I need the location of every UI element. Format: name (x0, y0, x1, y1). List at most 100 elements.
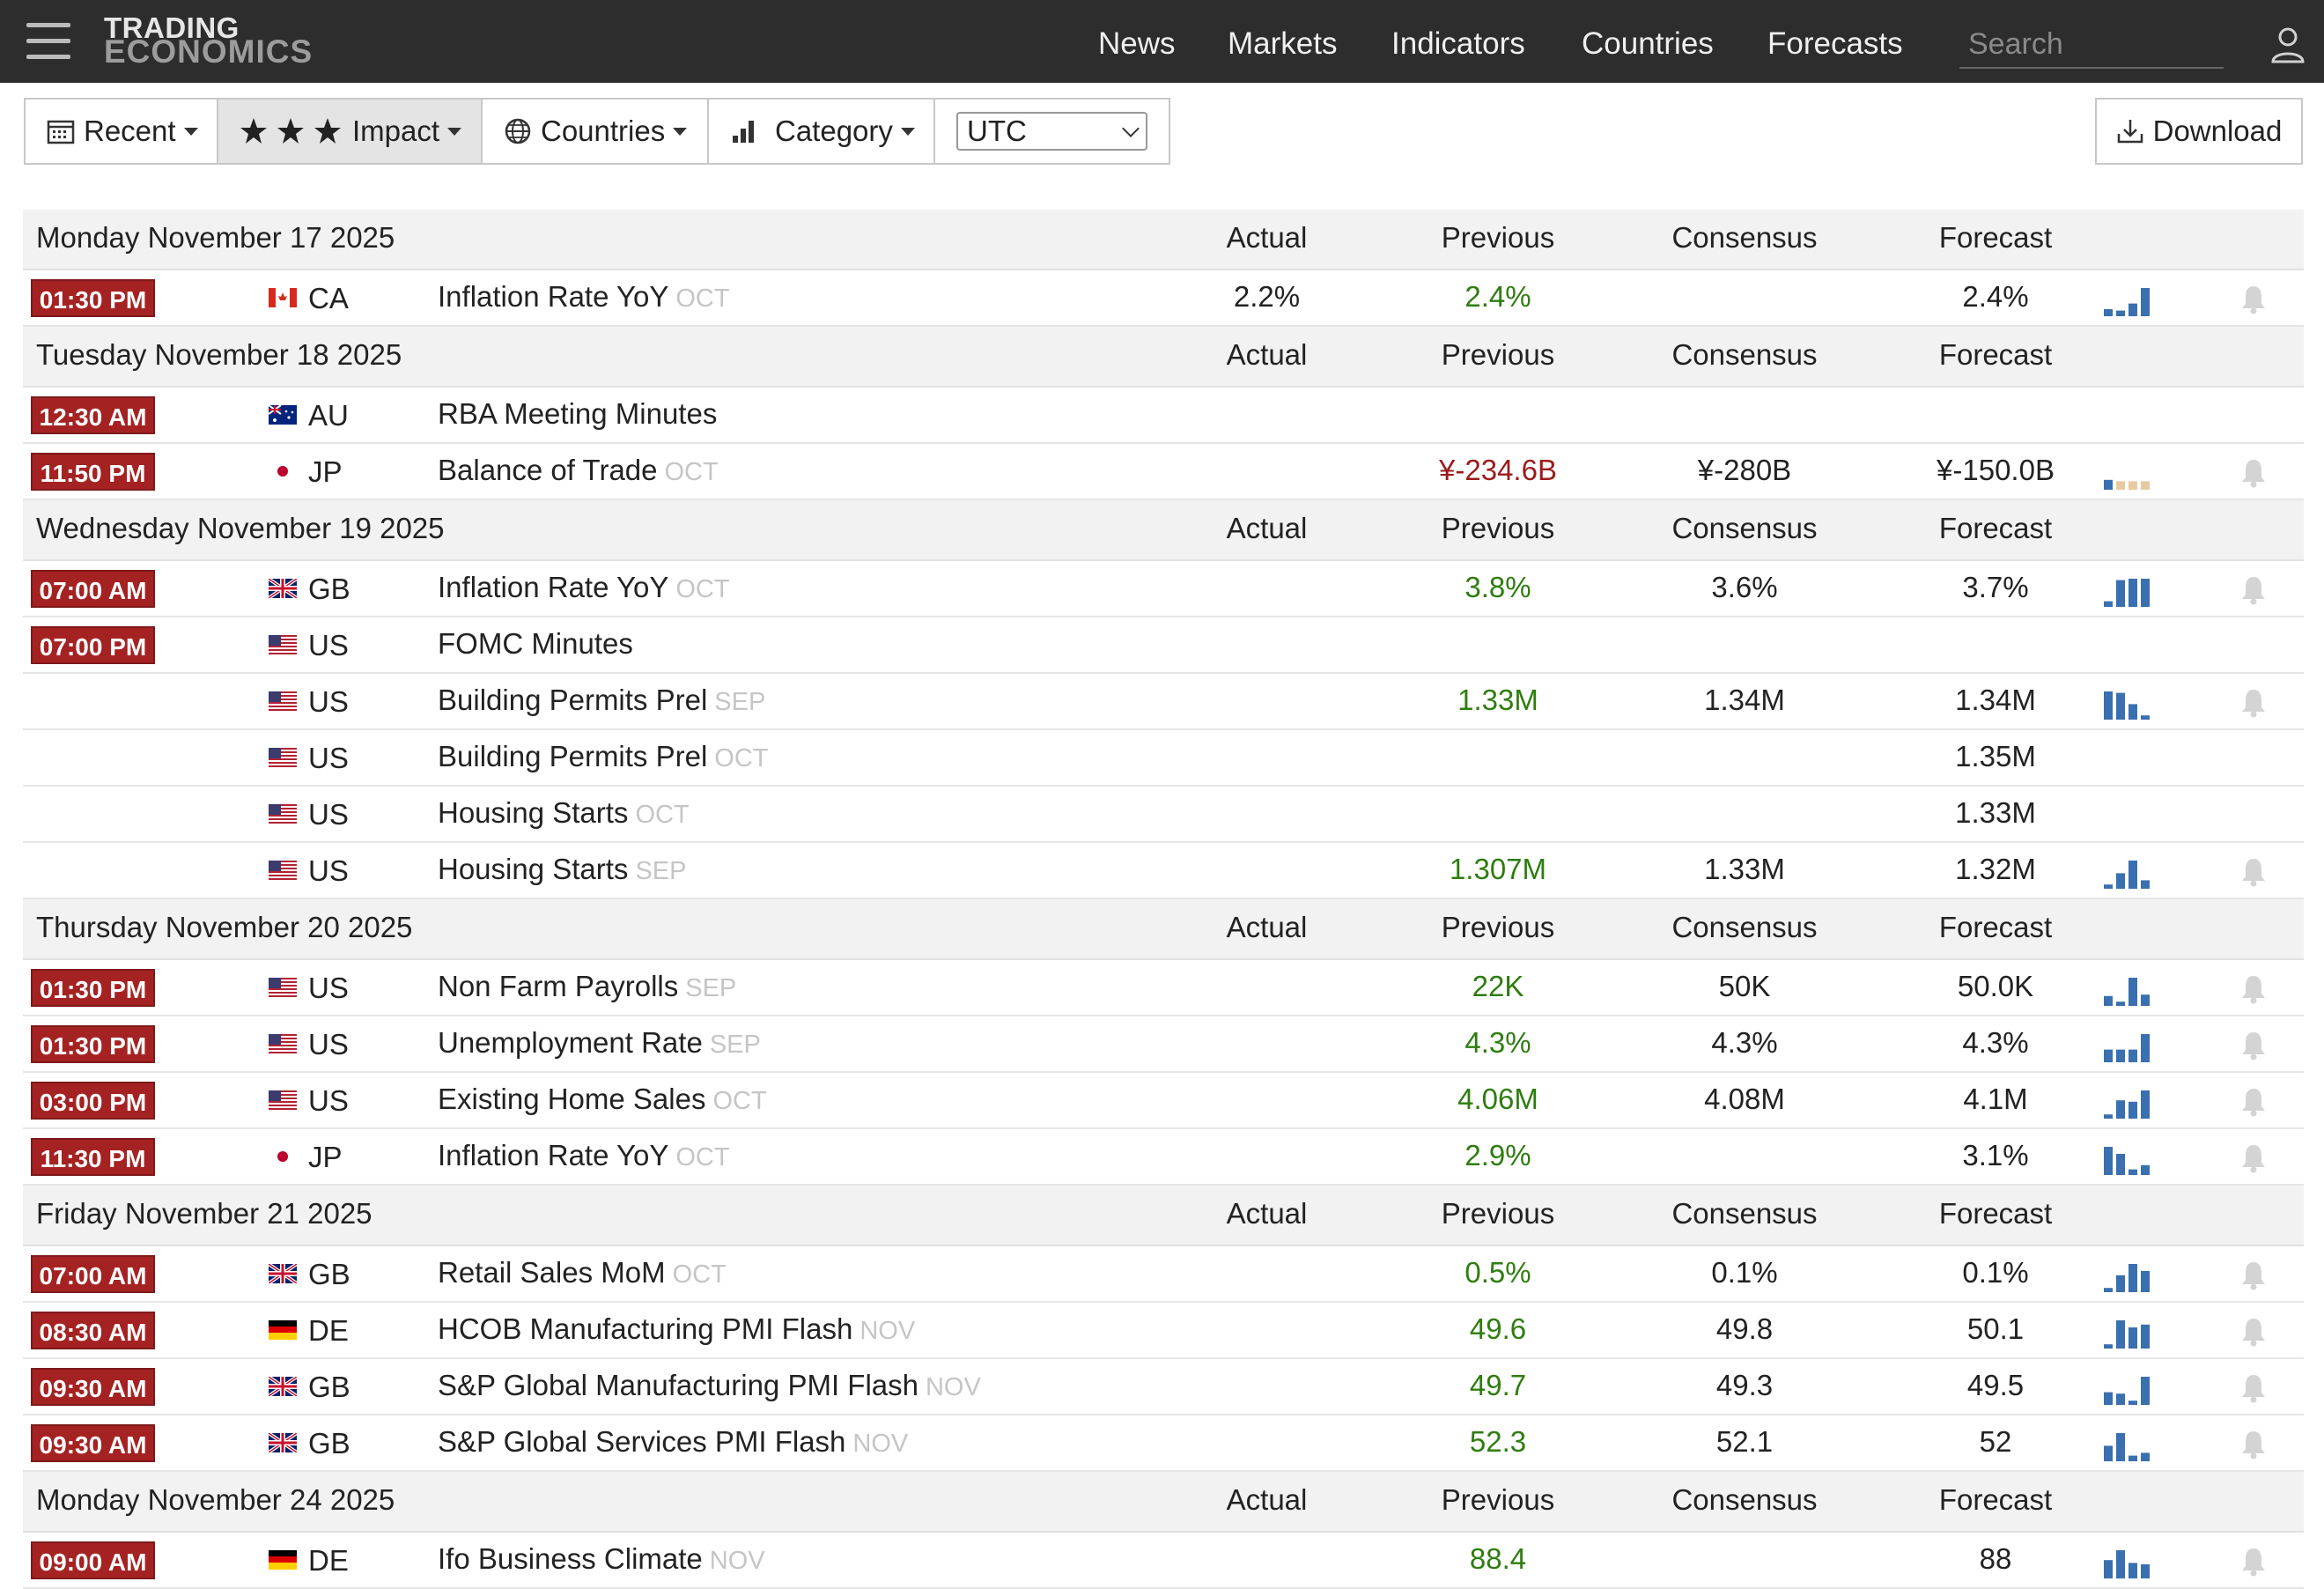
country-code[interactable]: GB (308, 1427, 350, 1460)
country-code[interactable]: CA (308, 282, 349, 315)
caret-down-icon (447, 127, 462, 136)
event-name-link[interactable]: Unemployment Rate SEP (438, 1026, 761, 1060)
country-code[interactable]: GB (308, 1258, 350, 1291)
bell-alert-icon[interactable] (2240, 1430, 2267, 1460)
sparkline-chart-icon[interactable] (2104, 579, 2153, 607)
sparkline-chart-icon[interactable] (2104, 978, 2153, 1006)
event-name-link[interactable]: Housing Starts OCT (438, 796, 690, 830)
bell-alert-icon[interactable] (2240, 1143, 2267, 1173)
download-button[interactable]: Download (2095, 98, 2303, 165)
table-row[interactable]: US Building Permits Prel OCT 1.35M (23, 730, 2304, 787)
sparkline-chart-icon[interactable] (2104, 1377, 2153, 1405)
bell-alert-icon[interactable] (2240, 1373, 2267, 1403)
country-code[interactable]: US (308, 629, 349, 662)
event-name-link[interactable]: Retail Sales MoM OCT (438, 1256, 727, 1290)
sparkline-chart-icon[interactable] (2104, 1550, 2153, 1578)
table-row[interactable]: 08:30 AM DE HCOB Manufacturing PMI Flash NO… (23, 1303, 2304, 1359)
bell-alert-icon[interactable] (2240, 575, 2267, 605)
table-row[interactable]: 11:50 PM JP Balance of Trade OCT ¥-234.6B ¥-2… (23, 444, 2304, 500)
event-name-link[interactable]: Building Permits Prel OCT (438, 740, 769, 773)
bell-alert-icon[interactable] (2240, 857, 2267, 887)
country-code[interactable]: GB (308, 1371, 350, 1404)
sparkline-chart-icon[interactable] (2104, 1090, 2153, 1119)
bell-alert-icon[interactable] (2240, 1087, 2267, 1117)
table-row[interactable]: US Building Permits Prel SEP 1.33M 1.34M 1.34… (23, 674, 2304, 730)
bell-alert-icon[interactable] (2240, 688, 2267, 718)
bell-alert-icon[interactable] (2240, 285, 2267, 314)
country-code[interactable]: US (308, 685, 349, 719)
country-code[interactable]: US (308, 1084, 349, 1118)
recent-dropdown[interactable]: Recent (26, 100, 218, 163)
timezone-select[interactable]: UTC (956, 112, 1147, 151)
table-row[interactable]: 11:30 PM JP Inflation Rate YoY OCT 2.9% 3.1% (23, 1129, 2304, 1186)
countries-dropdown[interactable]: Countries (483, 100, 709, 163)
country-code[interactable]: AU (308, 399, 349, 432)
user-icon[interactable] (2270, 26, 2306, 63)
country-code[interactable]: US (308, 742, 349, 775)
table-row[interactable]: US Housing Starts OCT 1.33M (23, 787, 2304, 843)
sparkline-bar (2104, 1344, 2113, 1349)
country-code[interactable]: DE (308, 1314, 349, 1348)
table-row[interactable]: 03:00 PM US Existing Home Sales OCT 4.06M 4.0… (23, 1073, 2304, 1129)
event-name-link[interactable]: Existing Home Sales OCT (438, 1083, 767, 1116)
bell-alert-icon[interactable] (2240, 1317, 2267, 1347)
event-name-link[interactable]: S&P Global Services PMI Flash NOV (438, 1425, 908, 1459)
event-name-link[interactable]: Inflation Rate YoY OCT (438, 280, 730, 314)
country-code[interactable]: US (308, 854, 349, 888)
event-name-link[interactable]: FOMC Minutes (438, 627, 633, 661)
sparkline-bar (2104, 1560, 2113, 1578)
country-code[interactable]: JP (308, 1141, 343, 1174)
event-name-link[interactable]: Inflation Rate YoY OCT (438, 571, 730, 604)
event-name-link[interactable]: Ifo Business Climate NOV (438, 1542, 765, 1576)
nav-markets[interactable]: Markets (1228, 26, 1337, 62)
event-name-link[interactable]: S&P Global Manufacturing PMI Flash NOV (438, 1369, 981, 1402)
sparkline-chart-icon[interactable] (2104, 1034, 2153, 1062)
event-name-link[interactable]: Balance of Trade OCT (438, 454, 719, 487)
nav-news[interactable]: News (1098, 26, 1176, 62)
sparkline-chart-icon[interactable] (2104, 1320, 2153, 1349)
column-header-forecast: Forecast (1938, 911, 2053, 943)
country-code[interactable]: US (308, 1028, 349, 1061)
event-name-link[interactable]: Housing Starts SEP (438, 853, 686, 886)
bell-alert-icon[interactable] (2240, 1031, 2267, 1061)
table-row[interactable]: 01:30 PM US Non Farm Payrolls SEP 22K 50K 50.0… (23, 960, 2304, 1016)
table-row[interactable]: 01:30 PM US Unemployment Rate SEP 4.3% 4.3% 4.… (23, 1016, 2304, 1073)
hamburger-menu-icon[interactable] (26, 23, 70, 60)
country-code[interactable]: US (308, 972, 349, 1005)
site-logo[interactable]: TRADING ECONOMICS (104, 13, 313, 68)
sparkline-chart-icon[interactable] (2104, 861, 2153, 889)
search-input[interactable]: Search (1959, 23, 2224, 69)
bell-alert-icon[interactable] (2240, 1260, 2267, 1290)
nav-forecasts[interactable]: Forecasts (1767, 26, 1903, 62)
sparkline-chart-icon[interactable] (2104, 1433, 2153, 1461)
impact-dropdown[interactable]: Impact (218, 100, 483, 163)
event-name-link[interactable]: RBA Meeting Minutes (438, 397, 717, 431)
table-row[interactable]: 12:30 AM AU RBA Meeting Minutes (23, 388, 2304, 444)
table-row[interactable]: 07:00 AM GB Inflation Rate YoY OCT 3.8% 3.6% 3… (23, 561, 2304, 617)
category-dropdown[interactable]: Category (709, 100, 935, 163)
sparkline-chart-icon[interactable] (2104, 1264, 2153, 1292)
country-code[interactable]: JP (308, 455, 343, 489)
event-name-link[interactable]: HCOB Manufacturing PMI Flash NOV (438, 1312, 915, 1346)
table-row[interactable]: 09:00 AM DE Ifo Business Climate NOV 88.4 88 (23, 1533, 2304, 1589)
table-row[interactable]: 01:30 PM CA Inflation Rate YoY OCT 2.2% 2.4% 2… (23, 270, 2304, 327)
table-row[interactable]: 09:30 AM GB S&P Global Services PMI Flash N… (23, 1415, 2304, 1472)
nav-indicators[interactable]: Indicators (1391, 26, 1525, 62)
event-name-link[interactable]: Inflation Rate YoY OCT (438, 1139, 730, 1172)
bell-alert-icon[interactable] (2240, 458, 2267, 488)
table-row[interactable]: 07:00 AM GB Retail Sales MoM OCT 0.5% 0.1% 0.1… (23, 1246, 2304, 1303)
sparkline-chart-icon[interactable] (2104, 691, 2153, 720)
country-code[interactable]: GB (308, 573, 350, 606)
event-name-link[interactable]: Non Farm Payrolls SEP (438, 970, 736, 1003)
country-code[interactable]: US (308, 798, 349, 831)
table-row[interactable]: US Housing Starts SEP 1.307M 1.33M 1.32M (23, 843, 2304, 899)
sparkline-chart-icon[interactable] (2104, 1147, 2153, 1175)
nav-countries[interactable]: Countries (1582, 26, 1714, 62)
event-name-link[interactable]: Building Permits Prel SEP (438, 684, 765, 717)
table-row[interactable]: 09:30 AM GB S&P Global Manufacturing PMI F… (23, 1359, 2304, 1415)
sparkline-chart-icon[interactable] (2104, 288, 2153, 316)
sparkline-chart-icon[interactable] (2104, 462, 2153, 490)
bell-alert-icon[interactable] (2240, 974, 2267, 1004)
table-row[interactable]: 07:00 PM US FOMC Minutes (23, 617, 2304, 674)
country-code[interactable]: DE (308, 1544, 349, 1578)
